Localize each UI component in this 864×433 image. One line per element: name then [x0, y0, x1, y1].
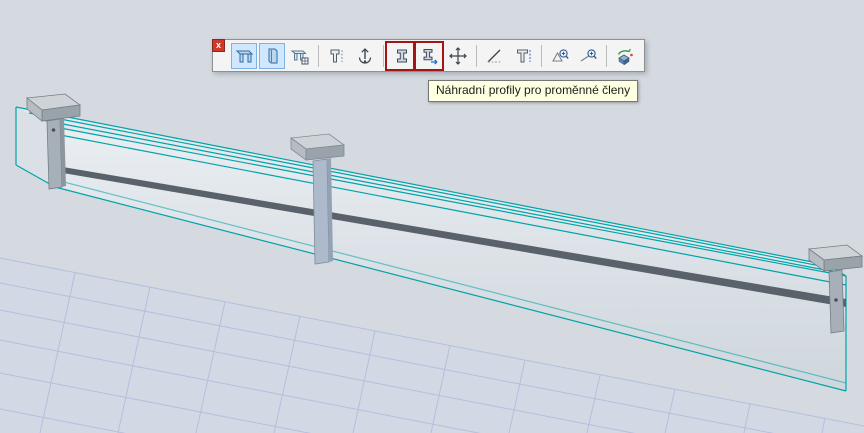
left-post-bolt: [52, 128, 56, 132]
red-highlight-box-substitute-profile-variable: [413, 41, 444, 71]
move-arrows-icon: [448, 46, 468, 66]
profile-offset-icon: [513, 46, 533, 66]
viewport-3d[interactable]: x: [0, 0, 864, 433]
cube-3d-icon: [615, 46, 635, 66]
right-post-bolt: [834, 298, 838, 302]
beam-tool-button[interactable]: [231, 43, 257, 69]
anchor-icon: [355, 46, 375, 66]
column-icon: [262, 46, 282, 66]
move-tool-button[interactable]: [445, 43, 471, 69]
toolbar-close-button[interactable]: x: [212, 39, 225, 52]
toolbar-separator: [541, 45, 542, 67]
toolbar-separator: [476, 45, 477, 67]
slant-tool-button[interactable]: [482, 43, 508, 69]
beam-scheme-icon: [290, 46, 310, 66]
red-highlight-box-substitute-profile: [385, 41, 416, 71]
view-3d-tool-button[interactable]: [612, 43, 638, 69]
magnifier-plus-triangle-icon: [550, 46, 570, 66]
profile-offset-tool-button[interactable]: [510, 43, 536, 69]
beam-icon: [234, 46, 254, 66]
stretch-tool-button[interactable]: [352, 43, 378, 69]
magnifier-plus-line-icon: [578, 46, 598, 66]
zoom-plus-triangle-tool-button[interactable]: [547, 43, 573, 69]
profile-icon: [327, 46, 347, 66]
edit-profile-tool-button[interactable]: [324, 43, 350, 69]
column-tool-button[interactable]: [259, 43, 285, 69]
slant-icon: [485, 46, 505, 66]
beam-scheme-tool-button[interactable]: [287, 43, 313, 69]
toolbar-separator: [383, 45, 384, 67]
toolbar-separator: [606, 45, 607, 67]
zoom-plus-line-tool-button[interactable]: [575, 43, 601, 69]
tooltip: Náhradní profily pro proměnné členy: [428, 80, 638, 102]
toolbar-separator: [318, 45, 319, 67]
